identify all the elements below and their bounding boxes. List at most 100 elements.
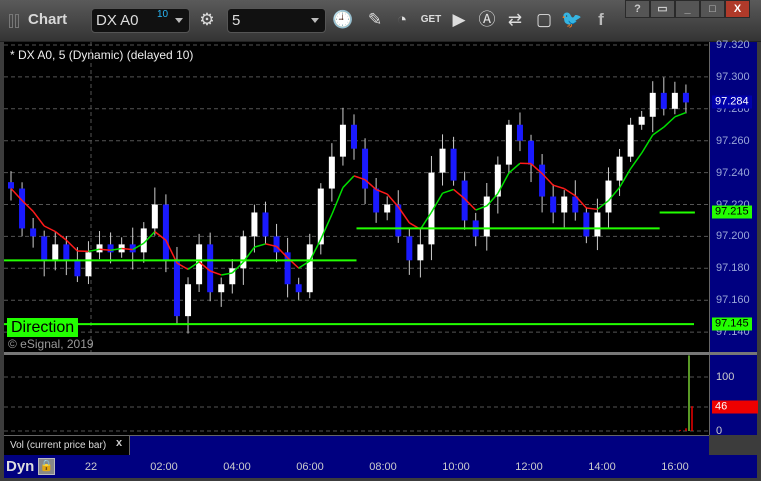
candle [505, 124, 512, 165]
clock-icon[interactable]: 🕘 [332, 9, 354, 31]
candle [85, 252, 92, 277]
price-plot [4, 42, 709, 352]
volume-label-100: 100 [716, 371, 735, 383]
candle [19, 188, 26, 229]
candle [373, 188, 380, 213]
ma-segment [663, 116, 676, 128]
time-label: 12:00 [515, 461, 543, 473]
price-axis[interactable]: 97.32097.30097.28097.26097.24097.22097.2… [709, 39, 757, 352]
symbol-value: DX A0 [96, 12, 139, 29]
chevron-down-icon [311, 18, 319, 23]
volume-pane[interactable] [4, 355, 709, 435]
ma-segment [641, 134, 654, 154]
window-title: Chart [28, 11, 68, 28]
candle [528, 140, 535, 165]
ma-segment [54, 230, 67, 241]
interval-combo[interactable]: 5 [227, 8, 326, 33]
close-study-icon[interactable]: x [116, 437, 122, 449]
candle [173, 260, 180, 317]
price-label: 97.260 [716, 134, 750, 147]
grip-handle[interactable] [15, 14, 19, 28]
study-icon[interactable]: ◔ [391, 9, 413, 31]
candle [605, 180, 612, 213]
play-icon[interactable]: ▶ [448, 9, 470, 31]
candle [162, 204, 169, 261]
time-label: 22 [84, 461, 98, 473]
maximize-button[interactable]: □ [700, 0, 725, 18]
copyright: © eSignal, 2019 [8, 337, 94, 351]
time-label: 16:00 [661, 461, 689, 473]
help-button[interactable]: ? [625, 0, 650, 18]
facebook-icon[interactable]: f [590, 9, 612, 31]
dyn-level-tag: 97.215 [712, 205, 752, 219]
ma-segment [43, 225, 56, 233]
ma-segment [342, 175, 355, 189]
close-button[interactable]: X [725, 0, 750, 18]
dyn-mode[interactable]: Dyn [6, 458, 34, 475]
candle [539, 164, 546, 197]
candle [583, 212, 590, 237]
study-title: Vol (current price bar) [10, 440, 107, 451]
get-icon[interactable]: GET [420, 9, 442, 31]
price-label: 97.240 [716, 166, 750, 179]
candle [494, 164, 501, 197]
volume-current-tag: 46 [712, 400, 758, 414]
candle [682, 92, 689, 103]
price-label: 97.300 [716, 70, 750, 83]
twitter-icon[interactable]: 🐦 [561, 9, 583, 31]
settings-icon[interactable]: ⚙ [196, 9, 218, 31]
candle [362, 148, 369, 189]
candle [339, 124, 346, 157]
last-price-tag: 97.284 [712, 95, 752, 109]
candle [295, 284, 302, 293]
ma-segment [32, 210, 45, 227]
time-label: 06:00 [296, 461, 324, 473]
candle [8, 182, 14, 189]
time-axis[interactable]: Dyn 🔒 22 02:00 04:00 06:00 08:00 10:00 12:00 14… [4, 455, 757, 478]
time-label: 10:00 [442, 461, 470, 473]
ma-segment [442, 188, 454, 194]
candle [550, 196, 557, 213]
direction-level-tag: 97.145 [712, 317, 752, 331]
pencil-icon[interactable]: ✎ [364, 9, 386, 31]
candle [450, 148, 457, 181]
candle [649, 92, 656, 117]
minimize-button[interactable]: _ [675, 0, 700, 18]
candle [638, 116, 645, 125]
ma-segment [508, 162, 521, 174]
candle [627, 124, 634, 157]
price-label: 97.180 [716, 262, 750, 275]
time-label: 04:00 [223, 461, 251, 473]
study-bar-fill [129, 436, 709, 455]
ma-segment [99, 248, 111, 251]
symbol-badge: 10 [157, 9, 169, 20]
time-label: 02:00 [150, 461, 178, 473]
candle [52, 244, 59, 261]
candle [41, 236, 48, 261]
time-label: 14:00 [588, 461, 616, 473]
dock-button[interactable]: ▭ [650, 0, 675, 18]
symbol-combo[interactable]: DX A0 10 [91, 8, 190, 33]
alert-icon[interactable]: Ⓐ [476, 9, 498, 31]
ma-segment [552, 184, 565, 190]
candle [328, 156, 335, 189]
price-label: 97.320 [716, 39, 750, 51]
comment-icon[interactable]: ▢ [533, 9, 555, 31]
candle [594, 212, 601, 237]
chart-legend: * DX A0, 5 (Dynamic) (delayed 10) [10, 48, 194, 62]
lock-icon[interactable]: 🔒 [38, 458, 55, 475]
candle [107, 244, 114, 253]
candle [516, 124, 523, 141]
volume-axis[interactable]: 100 46 0 [709, 355, 758, 437]
volume-label-0: 0 [716, 425, 723, 437]
link-icon[interactable]: ⇄ [504, 9, 526, 31]
ma-segment [586, 207, 598, 211]
ma-segment [652, 126, 665, 136]
grip-handle[interactable] [9, 14, 13, 28]
price-chart[interactable]: * DX A0, 5 (Dynamic) (delayed 10) Direct… [4, 42, 709, 352]
candle [384, 204, 391, 213]
candle [96, 244, 103, 253]
candle [262, 212, 269, 237]
price-label: 97.200 [716, 230, 750, 243]
candle [151, 204, 158, 229]
